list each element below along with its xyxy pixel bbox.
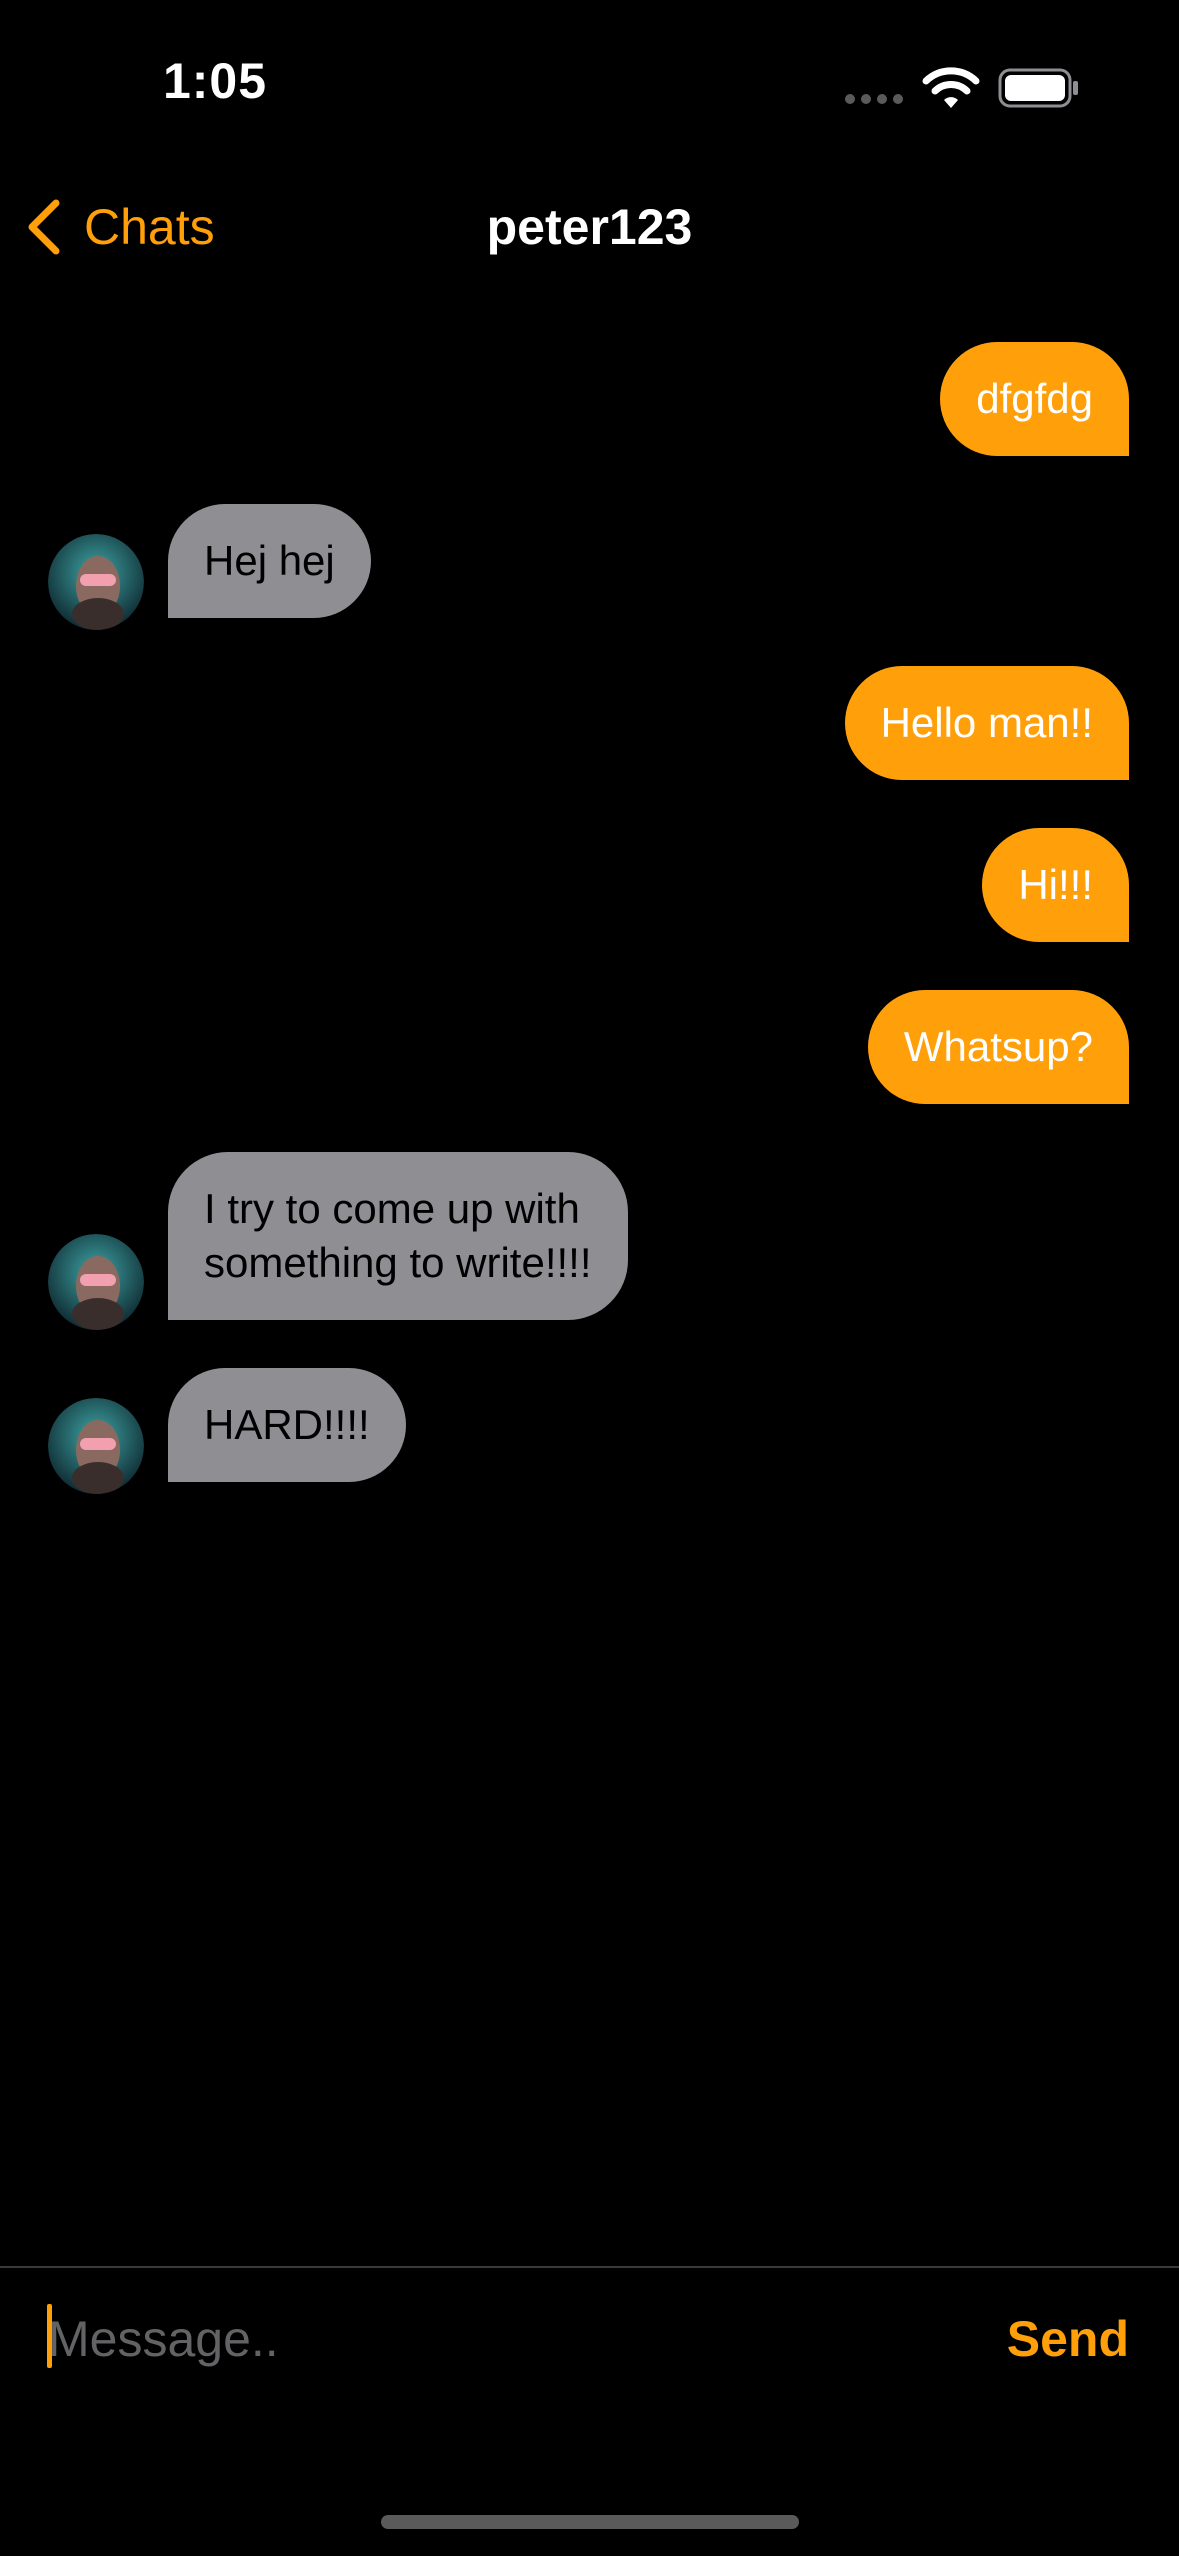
sent-message-bubble[interactable]: dfgfdg — [940, 342, 1129, 456]
avatar-image — [48, 1234, 144, 1330]
status-time: 1:05 — [162, 53, 268, 109]
sent-message-bubble[interactable]: Whatsup? — [867, 990, 1129, 1104]
avatar-image — [48, 1398, 144, 1494]
wifi-icon — [922, 67, 980, 108]
sent-message-bubble[interactable]: Hello man!! — [844, 666, 1129, 780]
avatar-image — [48, 534, 144, 630]
back-button[interactable]: Chats — [24, 192, 215, 262]
cellular-signal-icon — [845, 94, 905, 104]
send-button[interactable]: Send — [1007, 2308, 1129, 2370]
user-avatar[interactable] — [48, 1398, 144, 1494]
text-caret — [47, 2304, 52, 2368]
navigation-bar: peter123 Chats — [0, 170, 1179, 285]
received-message-bubble[interactable]: Hej hej — [168, 504, 371, 618]
user-avatar[interactable] — [48, 534, 144, 630]
message-composer: Send — [0, 2268, 1179, 2418]
chevron-left-icon — [28, 199, 60, 255]
received-message-bubble[interactable]: I try to come up with something to write… — [168, 1152, 628, 1320]
message-input[interactable] — [48, 2304, 948, 2374]
received-message-bubble[interactable]: HARD!!!! — [168, 1368, 406, 1482]
battery-icon — [998, 68, 1078, 108]
user-avatar[interactable] — [48, 1234, 144, 1330]
home-indicator[interactable] — [381, 2515, 799, 2529]
status-bar: 1:05 — [0, 0, 1179, 150]
sent-message-bubble[interactable]: Hi!!! — [982, 828, 1129, 942]
back-label: Chats — [84, 199, 215, 255]
